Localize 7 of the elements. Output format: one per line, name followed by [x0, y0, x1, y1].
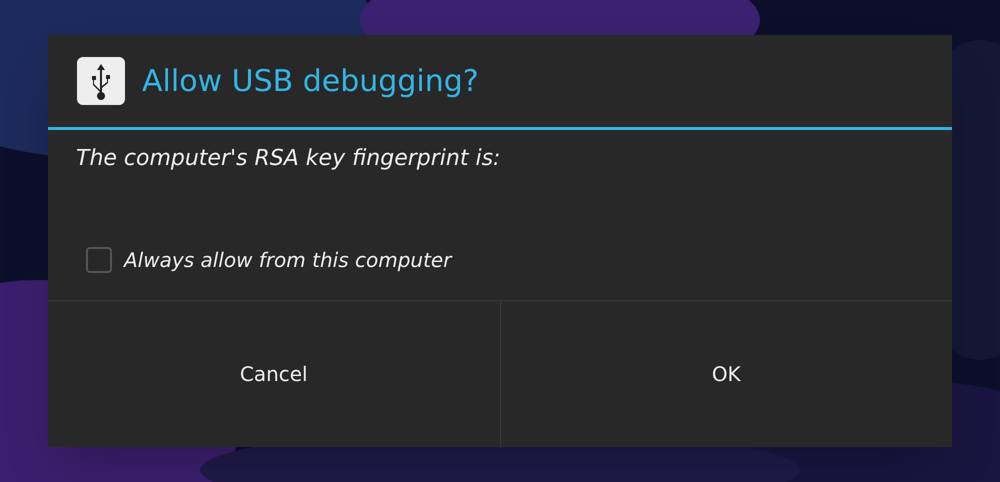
- usb-icon: [76, 56, 126, 106]
- checkbox-label: Always allow from this computer: [124, 247, 452, 274]
- dialog-button[interactable]: Cancel: [48, 301, 500, 447]
- dialog-button[interactable]: OK: [500, 301, 952, 447]
- checkbox[interactable]: [86, 247, 112, 273]
- dialog-message: The computer's RSA key fingerprint is:: [76, 146, 500, 171]
- dialog-title: Allow USB debugging?: [142, 62, 479, 100]
